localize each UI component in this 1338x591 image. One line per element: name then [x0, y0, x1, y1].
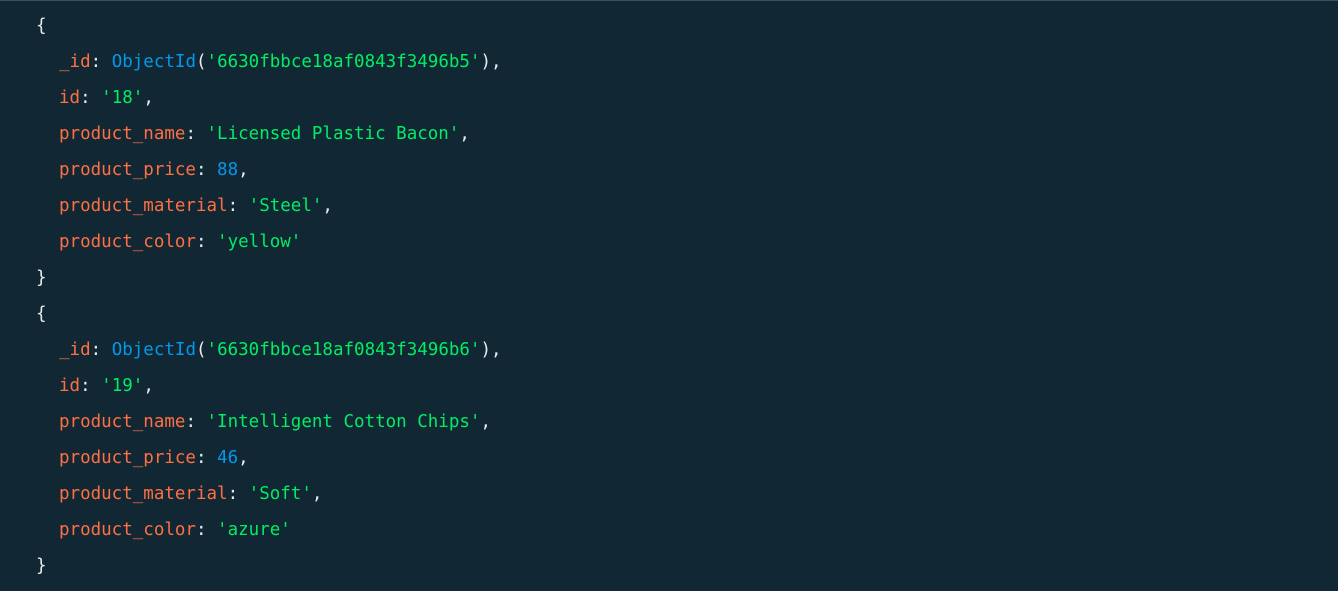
field-value: 88: [217, 160, 239, 180]
field-value: 46: [217, 448, 239, 468]
document-2: { _id: ObjectId('6630fbbce18af0843f3496b…: [0, 296, 1338, 584]
field-_id: _id: ObjectId('6630fbbce18af0843f3496b6'…: [59, 340, 502, 360]
field-value: '19': [101, 376, 144, 396]
document-close-brace: }: [36, 556, 47, 576]
field-key: _id: [59, 340, 91, 360]
field-product-price: product_price: 46,: [59, 448, 249, 468]
field-key: product_price: [59, 448, 196, 468]
document-1: { _id: ObjectId('6630fbbce18af0843f3496b…: [0, 8, 1338, 296]
field-key: product_color: [59, 520, 196, 540]
objectid-function: ObjectId: [111, 340, 196, 360]
field-value: 'yellow': [217, 232, 302, 252]
field-product-material: product_material: 'Steel',: [59, 196, 333, 216]
field-product-color: product_color: 'azure': [59, 520, 291, 540]
field-key: _id: [59, 52, 91, 72]
field-product-color: product_color: 'yellow': [59, 232, 302, 252]
field-key: product_material: [59, 484, 228, 504]
field-key: product_material: [59, 196, 228, 216]
objectid-value: '6630fbbce18af0843f3496b5': [206, 52, 481, 72]
objectid-value: '6630fbbce18af0843f3496b6': [206, 340, 481, 360]
field-value: 'Intelligent Cotton Chips': [206, 412, 481, 432]
field-key: product_name: [59, 412, 186, 432]
shell-output-panel: { _id: ObjectId('6630fbbce18af0843f3496b…: [0, 0, 1338, 591]
field-value: 'Steel': [248, 196, 323, 216]
field-value: 'Licensed Plastic Bacon': [206, 124, 460, 144]
field-_id: _id: ObjectId('6630fbbce18af0843f3496b5'…: [59, 52, 502, 72]
field-product-name: product_name: 'Licensed Plastic Bacon',: [59, 124, 470, 144]
field-value: 'Soft': [248, 484, 312, 504]
document-close-brace: }: [36, 268, 47, 288]
document-open-brace: {: [36, 304, 47, 324]
field-product-name: product_name: 'Intelligent Cotton Chips'…: [59, 412, 491, 432]
field-key: id: [59, 376, 81, 396]
field-key: product_price: [59, 160, 196, 180]
field-value: 'azure': [217, 520, 291, 540]
field-product-price: product_price: 88,: [59, 160, 249, 180]
field-key: id: [59, 88, 81, 108]
field-key: product_name: [59, 124, 186, 144]
objectid-function: ObjectId: [111, 52, 196, 72]
field-value: '18': [101, 88, 144, 108]
field-id: id: '18',: [59, 88, 154, 108]
field-key: product_color: [59, 232, 196, 252]
field-id: id: '19',: [59, 376, 154, 396]
document-open-brace: {: [36, 16, 47, 36]
field-product-material: product_material: 'Soft',: [59, 484, 323, 504]
